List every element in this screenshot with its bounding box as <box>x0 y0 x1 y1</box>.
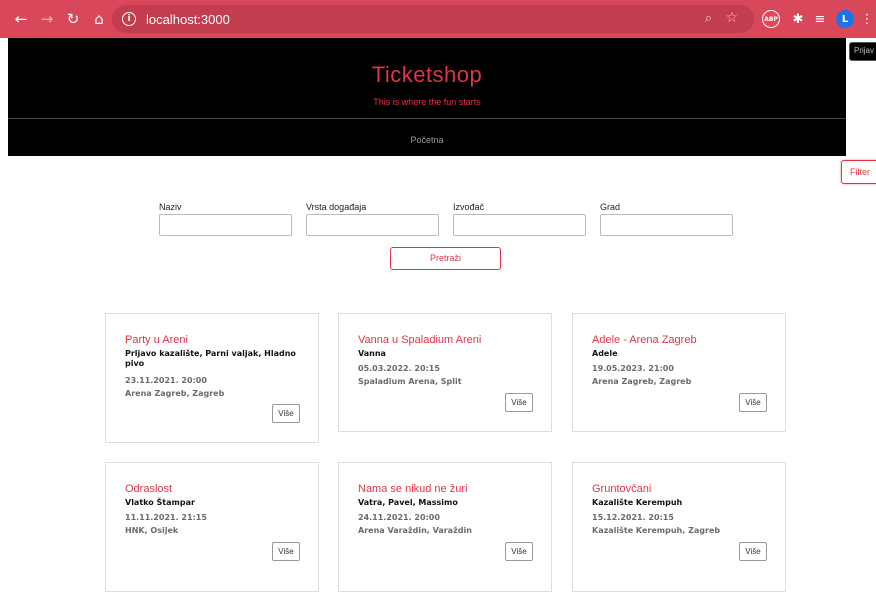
event-venue: Arena Zagreb, Zagreb <box>125 389 225 398</box>
event-venue: Kazalište Kerempuh, Zagreb <box>592 526 721 535</box>
event-title[interactable]: Odraslost <box>125 483 305 495</box>
reload-icon[interactable]: ↻ <box>62 8 84 30</box>
event-title[interactable]: Vanna u Spaladium Areni <box>358 334 538 346</box>
event-performer: Prljavo kazalište, Parni valjak, Hladno … <box>125 349 296 368</box>
url-text: localhost:3000 <box>146 11 230 27</box>
more-button[interactable]: Više <box>272 542 300 561</box>
reading-list-icon[interactable]: ≡ <box>812 10 828 28</box>
more-button[interactable]: Više <box>505 393 533 412</box>
event-performer: Vlatko Štampar <box>125 498 195 507</box>
grad-input[interactable] <box>600 214 733 236</box>
event-performer: Kazalište Kerempuh <box>592 498 683 507</box>
grad-label: Grad <box>600 202 621 212</box>
vrsta-label: Vrsta događaja <box>306 202 367 212</box>
event-datetime: 23.11.2021. 20:00 <box>125 376 207 385</box>
event-venue: Spaladium Arena, Split <box>358 377 462 386</box>
event-card: Adele - Arena Zagreb Adele 19.05.2023. 2… <box>572 313 786 432</box>
nav-divider <box>8 118 846 119</box>
zoom-icon[interactable]: ⌕ <box>705 11 712 26</box>
nav-link-home[interactable]: Početna <box>8 135 846 145</box>
extensions-icon[interactable]: ✱ <box>790 10 806 28</box>
event-datetime: 24.11.2021. 20:00 <box>358 513 440 522</box>
forward-icon[interactable]: → <box>36 8 58 30</box>
bookmark-star-icon[interactable]: ☆ <box>725 10 738 26</box>
filter-button[interactable]: Filter <box>841 160 876 184</box>
profile-avatar[interactable]: L <box>836 10 854 28</box>
event-venue: Arena Zagreb, Zagreb <box>592 377 692 386</box>
event-datetime: 19.05.2023. 21:00 <box>592 364 674 373</box>
back-icon[interactable]: ← <box>10 8 32 30</box>
event-performer: Vatra, Pavel, Massimo <box>358 498 458 507</box>
naziv-label: Naziv <box>159 202 182 212</box>
site-header: Ticketshop This is where the fun starts … <box>8 38 846 156</box>
izvodac-input[interactable] <box>453 214 586 236</box>
event-datetime: 05.03.2022. 20:15 <box>358 364 440 373</box>
more-button[interactable]: Više <box>739 542 767 561</box>
info-icon[interactable]: i <box>122 12 136 26</box>
event-card: Vanna u Spaladium Areni Vanna 05.03.2022… <box>338 313 552 432</box>
event-datetime: 11.11.2021. 21:15 <box>125 513 207 522</box>
event-venue: Arena Varaždin, Varaždin <box>358 526 472 535</box>
site-tagline: This is where the fun starts <box>373 97 481 107</box>
event-datetime: 15.12.2021. 20:15 <box>592 513 674 522</box>
more-button[interactable]: Više <box>272 404 300 423</box>
login-button[interactable]: Prijav <box>849 42 876 61</box>
event-performer: Vanna <box>358 349 386 358</box>
event-title[interactable]: Adele - Arena Zagreb <box>592 334 772 346</box>
more-button[interactable]: Više <box>739 393 767 412</box>
event-title[interactable]: Nama se nikud ne žuri <box>358 483 538 495</box>
address-bar[interactable]: i localhost:3000 ⌕ ☆ <box>112 5 754 33</box>
event-venue: HNK, Osijek <box>125 526 179 535</box>
event-title[interactable]: Party u Areni <box>125 334 305 346</box>
event-card: Party u Areni Prljavo kazalište, Parni v… <box>105 313 319 443</box>
izvodac-label: Izvođač <box>453 202 485 212</box>
more-button[interactable]: Više <box>505 542 533 561</box>
home-icon[interactable]: ⌂ <box>88 8 110 30</box>
browser-menu-icon[interactable]: ⋮ <box>861 10 874 28</box>
search-button[interactable]: Pretraži <box>390 247 501 270</box>
event-title[interactable]: Gruntovčani <box>592 483 772 495</box>
vrsta-input[interactable] <box>306 214 439 236</box>
site-brand[interactable]: Ticketshop <box>8 62 846 88</box>
naziv-input[interactable] <box>159 214 292 236</box>
adblock-icon[interactable]: ABP <box>762 10 780 28</box>
event-performer: Adele <box>592 349 618 358</box>
